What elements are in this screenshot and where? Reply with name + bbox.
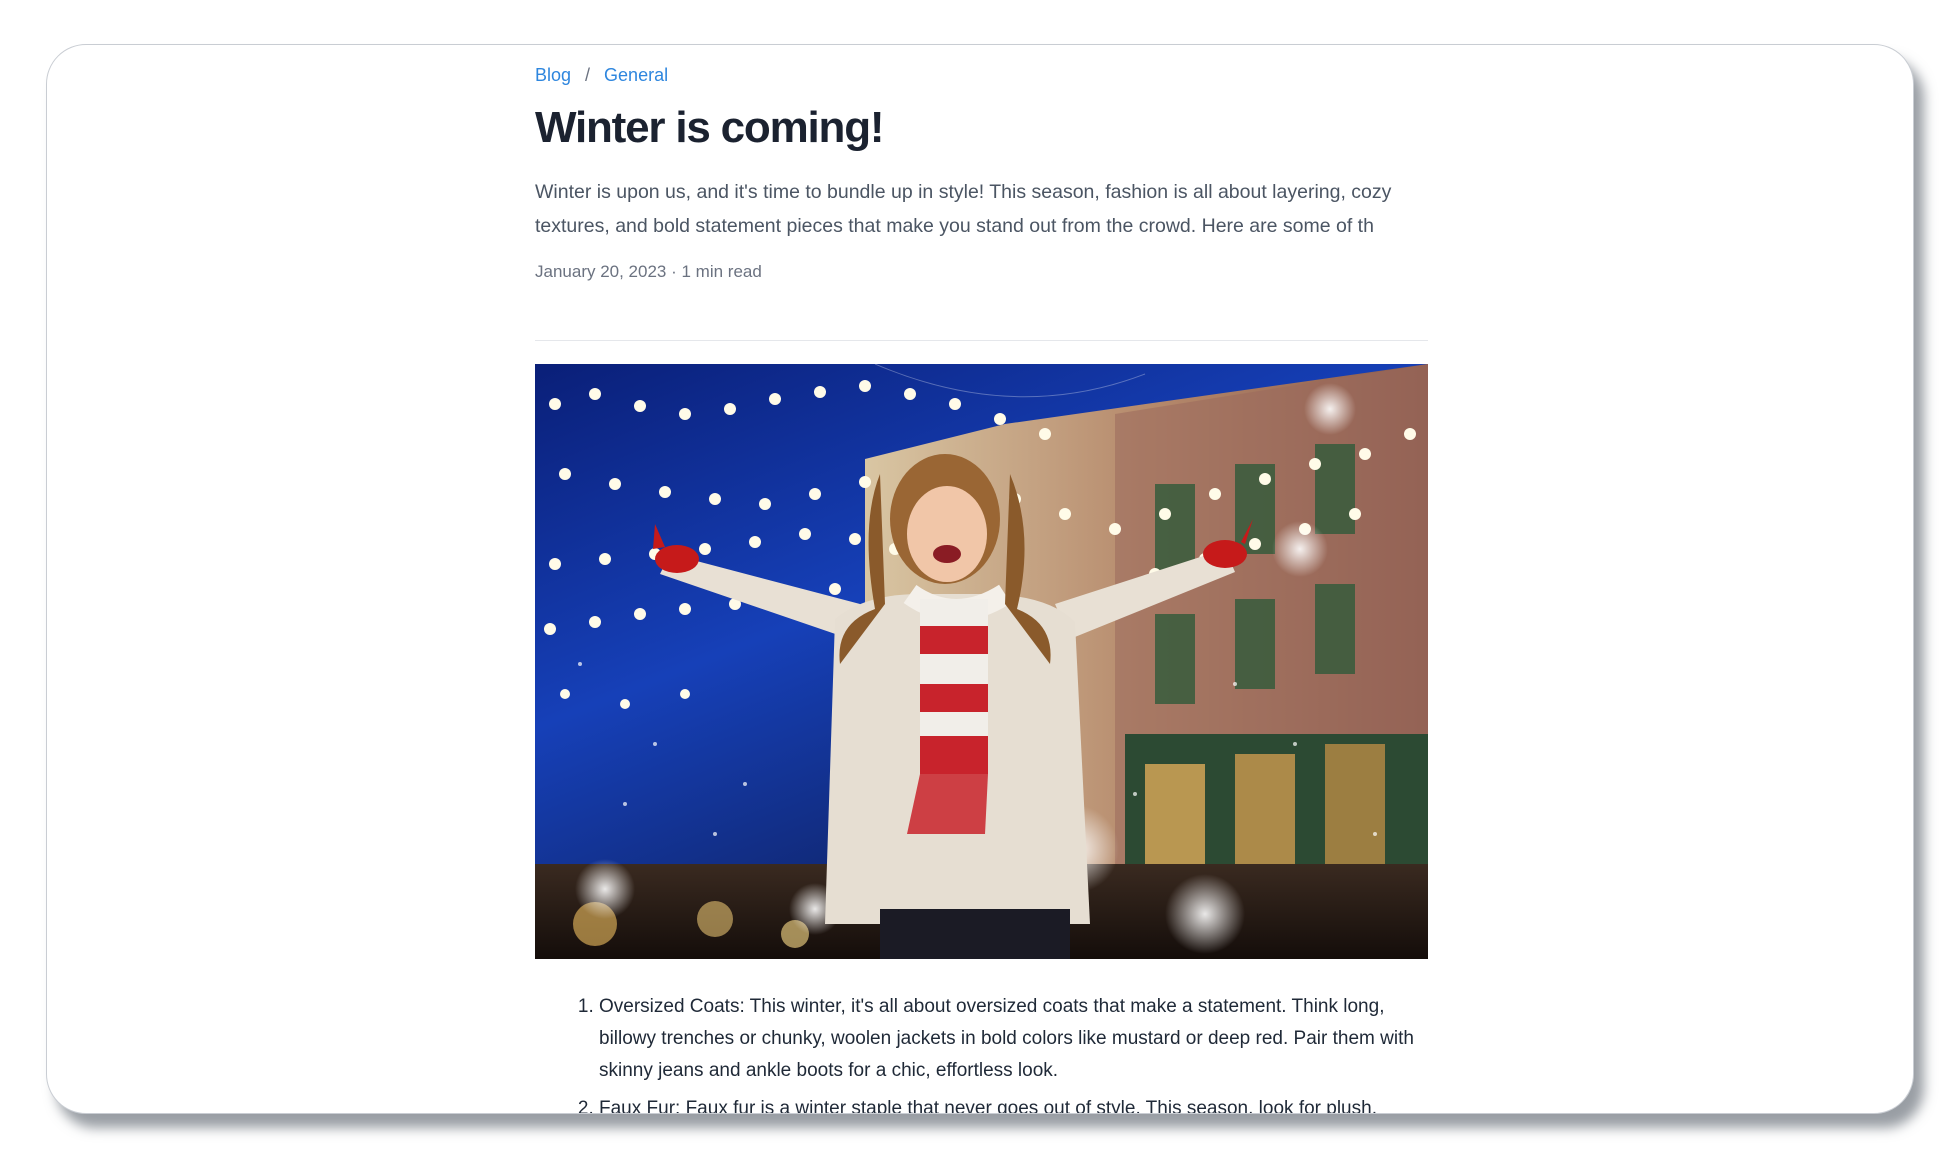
breadcrumb-blog-link[interactable]: Blog: [535, 65, 571, 86]
breadcrumb-general-link[interactable]: General: [604, 65, 668, 86]
post-meta: January 20, 2023 · 1 min read: [535, 262, 762, 281]
breadcrumb: Blog / General: [535, 65, 668, 86]
hero-image: [535, 364, 1428, 959]
divider: [535, 340, 1428, 341]
tips-list: Oversized Coats: This winter, it's all a…: [535, 991, 1428, 1113]
post-excerpt: Winter is upon us, and it's time to bund…: [535, 181, 1392, 237]
list-item: Oversized Coats: This winter, it's all a…: [599, 991, 1428, 1087]
post-title: Winter is coming!: [535, 103, 885, 152]
browser-frame: Blog / General Winter is coming! Winter …: [46, 44, 1914, 1114]
list-item: Faux Fur: Faux fur is a winter staple th…: [599, 1093, 1428, 1113]
breadcrumb-separator: /: [585, 65, 591, 85]
